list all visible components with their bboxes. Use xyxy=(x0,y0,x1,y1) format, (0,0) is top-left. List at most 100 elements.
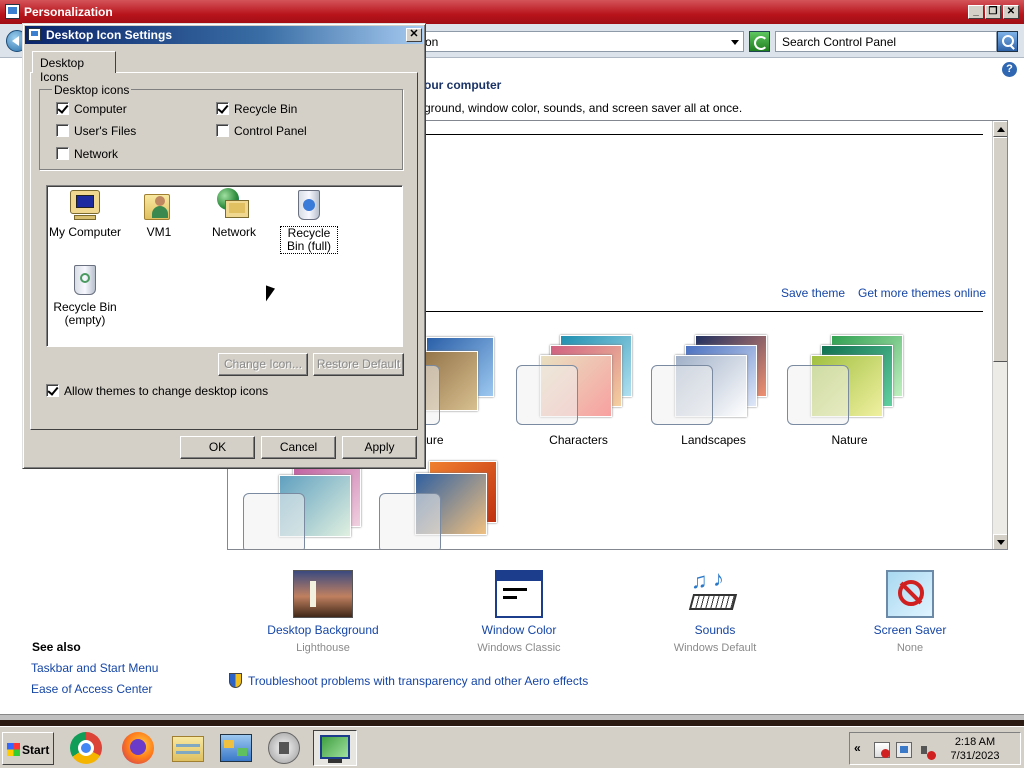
theme-nature[interactable]: Nature xyxy=(787,333,912,451)
mouse-cursor-icon xyxy=(266,285,275,305)
dialog-title-bar[interactable]: Desktop Icon Settings ✕ xyxy=(25,26,423,44)
firefox-icon[interactable] xyxy=(116,730,160,766)
address-bar[interactable]: on xyxy=(418,31,744,52)
list-item[interactable]: VM1 xyxy=(121,188,197,239)
restore-button[interactable]: ❐ xyxy=(985,5,1001,19)
theme-label: Landscapes xyxy=(681,433,746,447)
see-also-heading: See also xyxy=(32,640,81,654)
checkbox-box[interactable] xyxy=(56,147,69,160)
scroll-down-icon[interactable] xyxy=(993,534,1007,549)
chevron-down-icon[interactable] xyxy=(731,40,739,45)
tab-desktop-icons[interactable]: Desktop Icons xyxy=(32,51,116,84)
search-input[interactable] xyxy=(776,32,986,51)
control-panel-icon[interactable] xyxy=(214,730,258,766)
address-text: on xyxy=(425,35,439,49)
chrome-icon[interactable] xyxy=(64,730,108,766)
window-bottom-border xyxy=(0,714,1024,720)
scroll-thumb[interactable] xyxy=(993,137,1007,362)
screen-saver-tile[interactable]: Screen Saver None xyxy=(825,568,995,658)
list-item[interactable]: Recycle Bin (empty) xyxy=(47,263,123,327)
save-theme-link[interactable]: Save theme xyxy=(781,286,845,300)
tile-name[interactable]: Desktop Background xyxy=(238,623,408,637)
divider xyxy=(425,134,983,135)
dialog-title: Desktop Icon Settings xyxy=(46,28,173,42)
icon-label: VM1 xyxy=(146,225,172,239)
shield-icon xyxy=(229,673,242,688)
clock-time[interactable]: 2:18 AM xyxy=(950,736,1000,748)
cancel-button[interactable]: Cancel xyxy=(261,436,336,459)
group-label: Desktop icons xyxy=(52,83,132,97)
ok-button[interactable]: OK xyxy=(180,436,255,459)
list-item[interactable]: Recycle Bin (full) xyxy=(271,188,347,254)
system-tray: « 2:18 AM 7/31/2023 xyxy=(849,732,1021,765)
theme-label: Characters xyxy=(549,433,608,447)
checkbox-box[interactable] xyxy=(216,124,229,137)
checkbox-box[interactable] xyxy=(216,102,229,115)
icon-label: Recycle Bin (full) xyxy=(280,226,338,254)
search-icon[interactable] xyxy=(997,31,1018,52)
search-box[interactable] xyxy=(775,31,997,52)
desktop-icon-list[interactable]: My Computer VM1 Network Recycle Bin (ful… xyxy=(46,185,403,347)
ease-of-access-link[interactable]: Ease of Access Center xyxy=(31,682,152,696)
minimize-button[interactable]: _ xyxy=(968,5,984,19)
action-center-icon[interactable] xyxy=(874,742,890,758)
checkbox-label: Network xyxy=(74,147,119,161)
close-button[interactable]: ✕ xyxy=(406,28,422,42)
desktop-icon-settings-dialog: Desktop Icon Settings ✕ Desktop Icons De… xyxy=(22,23,426,469)
list-item[interactable]: My Computer xyxy=(47,188,123,239)
icon-label: Network xyxy=(211,225,256,239)
tile-name[interactable]: Sounds xyxy=(630,623,800,637)
network-icon xyxy=(217,188,251,222)
checkbox-box[interactable] xyxy=(56,124,69,137)
file-explorer-icon[interactable] xyxy=(166,730,210,766)
personalization-icon[interactable] xyxy=(313,730,357,766)
page-description: ground, window color, sounds, and screen… xyxy=(424,101,743,115)
user-folder-icon xyxy=(142,188,176,222)
tile-name[interactable]: Window Color xyxy=(434,623,604,637)
theme-tile[interactable] xyxy=(379,461,504,549)
sounds-tile[interactable]: ♫ ♪ Sounds Windows Default xyxy=(630,566,800,658)
recycle-bin-full-icon xyxy=(292,188,326,222)
checkbox-label: Computer xyxy=(74,102,127,116)
vertical-scrollbar[interactable] xyxy=(992,121,1007,549)
restore-default-button[interactable]: Restore Default xyxy=(313,353,404,376)
show-hidden-icons-chevron[interactable]: « xyxy=(854,741,861,755)
apply-button[interactable]: Apply xyxy=(342,436,417,459)
checkbox-box[interactable] xyxy=(56,102,69,115)
theme-label: Nature xyxy=(831,433,868,447)
start-button[interactable]: Start xyxy=(2,732,54,765)
dialog-icon xyxy=(28,28,41,41)
scroll-up-icon[interactable] xyxy=(993,121,1007,137)
tile-name[interactable]: Screen Saver xyxy=(825,623,995,637)
list-item[interactable]: Network xyxy=(196,188,272,239)
volume-muted-icon[interactable] xyxy=(920,742,936,760)
window-color-icon xyxy=(495,570,543,618)
taskbar-start-menu-link[interactable]: Taskbar and Start Menu xyxy=(31,661,158,675)
network-tray-icon[interactable] xyxy=(896,742,912,758)
media-player-icon[interactable] xyxy=(262,730,306,766)
change-icon-button[interactable]: Change Icon... xyxy=(218,353,308,376)
refresh-button[interactable] xyxy=(749,31,770,52)
tile-value: None xyxy=(896,642,924,654)
taskbar: Start « 2:18 AM 7/31/2023 xyxy=(0,726,1024,768)
desktop-background-tile[interactable]: Desktop Background Lighthouse xyxy=(238,568,408,658)
checkbox-box[interactable] xyxy=(46,384,59,397)
lighthouse-wallpaper-icon xyxy=(293,570,353,618)
icon-label: Recycle Bin (empty) xyxy=(53,300,117,327)
personalization-title-bar[interactable]: Personalization _ ❐ ✕ xyxy=(0,0,1024,24)
close-button[interactable]: ✕ xyxy=(1003,5,1019,19)
checkbox-label: Control Panel xyxy=(234,124,307,138)
help-icon[interactable]: ? xyxy=(1002,62,1017,77)
theme-tile[interactable] xyxy=(243,461,368,549)
checkbox-label: Recycle Bin xyxy=(234,102,298,116)
start-label: Start xyxy=(22,743,50,757)
get-more-themes-link[interactable]: Get more themes online xyxy=(858,286,986,300)
divider xyxy=(425,311,983,312)
theme-characters[interactable]: Characters xyxy=(516,333,641,451)
window-title: Personalization xyxy=(24,5,113,19)
windows-logo-icon xyxy=(7,743,20,756)
window-color-tile[interactable]: Window Color Windows Classic xyxy=(434,568,604,658)
clock-date[interactable]: 7/31/2023 xyxy=(948,750,1002,762)
troubleshoot-link[interactable]: Troubleshoot problems with transparency … xyxy=(248,674,588,688)
theme-landscapes[interactable]: Landscapes xyxy=(651,333,776,451)
